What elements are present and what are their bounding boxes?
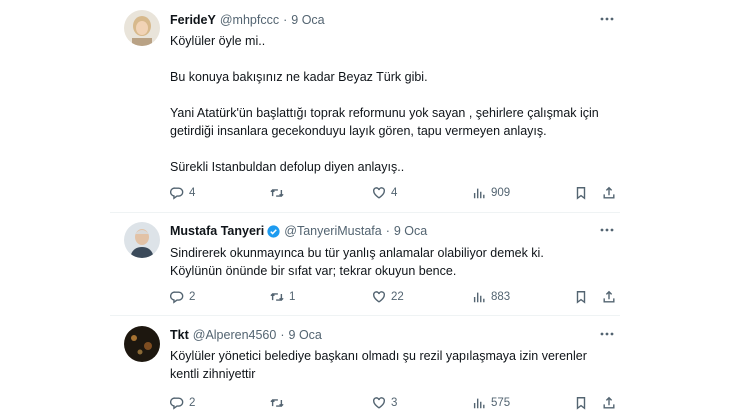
tweet-header: Tkt @Alperen4560 · 9 Oca [170, 328, 322, 342]
action-bar: 2 1 22 883 [170, 288, 620, 306]
retweet-icon [270, 188, 284, 198]
retweet-button[interactable] [270, 394, 289, 412]
timestamp[interactable]: 9 Oca [291, 13, 324, 27]
bookmark-button[interactable] [574, 394, 588, 412]
more-icon[interactable] [598, 223, 616, 237]
separator: · [283, 13, 288, 27]
share-button[interactable] [602, 184, 616, 202]
reply-count: 4 [189, 187, 196, 199]
tweet-1[interactable]: FerideY @mhpfccc · 9 Oca Köylüler öyle m… [0, 0, 730, 210]
views-button[interactable]: 909 [472, 184, 510, 202]
bookmark-icon [576, 187, 586, 200]
separator: · [280, 328, 285, 342]
like-icon [373, 291, 385, 303]
retweet-icon [270, 292, 284, 302]
bookmark-button[interactable] [574, 288, 588, 306]
retweet-icon [270, 398, 284, 408]
reply-icon [170, 397, 184, 410]
reply-button[interactable]: 2 [170, 394, 195, 412]
avatar[interactable] [124, 222, 160, 258]
like-button[interactable]: 4 [372, 184, 397, 202]
like-icon [373, 187, 385, 199]
tweet-2[interactable]: Mustafa Tanyeri @TanyeriMustafa · 9 Oca … [0, 213, 730, 311]
bookmark-icon [576, 291, 586, 304]
views-count: 883 [491, 291, 511, 303]
author-handle[interactable]: @Alperen4560 [193, 328, 277, 342]
views-icon [473, 398, 485, 409]
reply-count: 2 [189, 397, 196, 409]
share-icon [603, 290, 615, 303]
like-button[interactable]: 3 [372, 394, 397, 412]
reply-icon [170, 187, 184, 200]
timestamp[interactable]: 9 Oca [289, 328, 322, 342]
like-count: 3 [391, 397, 398, 409]
like-icon [373, 397, 385, 409]
tweet-3[interactable]: Tkt @Alperen4560 · 9 Oca Köylüler yöneti… [0, 316, 730, 420]
reply-button[interactable]: 2 [170, 288, 195, 306]
author-name[interactable]: Mustafa Tanyeri [170, 224, 264, 238]
bookmark-button[interactable] [574, 184, 588, 202]
timestamp[interactable]: 9 Oca [394, 224, 427, 238]
avatar[interactable] [124, 326, 160, 362]
tweet-header: FerideY @mhpfccc · 9 Oca [170, 13, 325, 27]
author-name[interactable]: FerideY [170, 13, 216, 27]
views-button[interactable]: 575 [472, 394, 510, 412]
like-count: 4 [391, 187, 398, 199]
share-button[interactable] [602, 394, 616, 412]
bookmark-icon [576, 397, 586, 410]
action-bar: 2 3 575 [170, 394, 620, 412]
tweet-text: Köylüler öyle mi.. Bu konuya bakışınız n… [170, 34, 599, 174]
share-button[interactable] [602, 288, 616, 306]
views-button[interactable]: 883 [472, 288, 510, 306]
separator: · [385, 224, 390, 238]
views-count: 575 [491, 397, 511, 409]
author-handle[interactable]: @mhpfccc [220, 13, 279, 27]
retweet-button[interactable]: 1 [270, 288, 295, 306]
views-icon [473, 292, 485, 303]
views-icon [473, 188, 485, 199]
more-icon[interactable] [598, 12, 616, 26]
author-handle[interactable]: @TanyeriMustafa [284, 224, 381, 238]
like-count: 22 [391, 291, 404, 303]
retweet-count: 1 [289, 291, 296, 303]
verified-icon [267, 224, 280, 238]
author-name[interactable]: Tkt [170, 328, 189, 342]
tweet-text: Köylüler yönetici belediye başkanı olmad… [170, 349, 587, 381]
avatar[interactable] [124, 10, 160, 46]
more-icon[interactable] [598, 327, 616, 341]
tweet-header: Mustafa Tanyeri @TanyeriMustafa · 9 Oca [170, 224, 427, 238]
views-count: 909 [491, 187, 511, 199]
reply-icon [170, 291, 184, 304]
share-icon [603, 186, 615, 199]
reply-count: 2 [189, 291, 196, 303]
retweet-button[interactable] [270, 184, 289, 202]
reply-button[interactable]: 4 [170, 184, 195, 202]
share-icon [603, 396, 615, 409]
like-button[interactable]: 22 [372, 288, 404, 306]
action-bar: 4 4 909 [170, 184, 620, 202]
tweet-text: Sindirerek okunmayınca bu tür yanlış anl… [170, 246, 544, 278]
